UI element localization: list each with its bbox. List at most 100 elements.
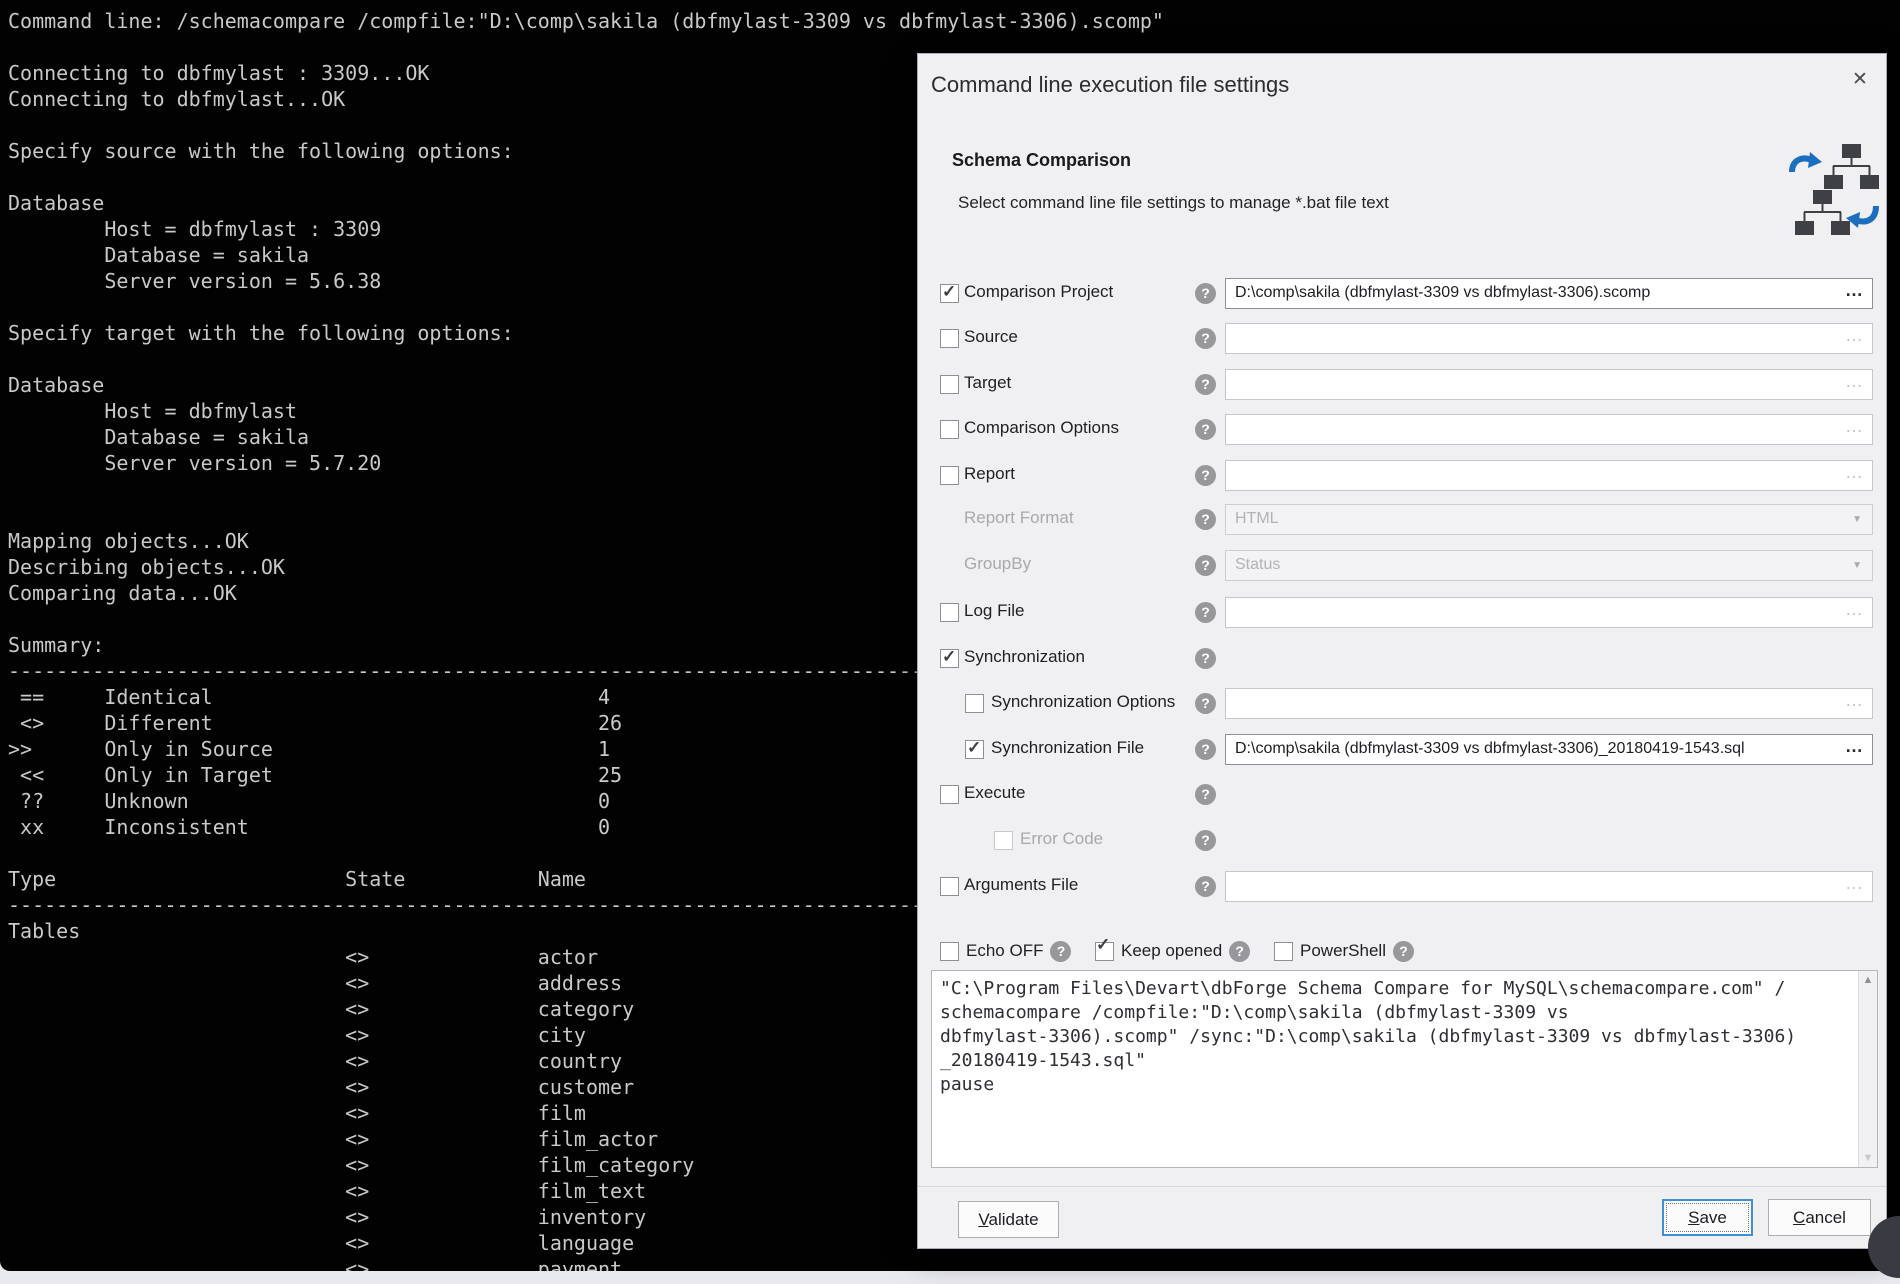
row-log-file: ✓ Log File ? …: [918, 597, 1886, 628]
groupby-label: GroupBy: [964, 554, 1031, 574]
arguments-file-checkbox[interactable]: ✓: [940, 877, 959, 896]
dialog-title: Command line execution file settings: [931, 72, 1289, 98]
groupby-value: Status: [1235, 556, 1280, 574]
row-report: ✓ Report ? …: [918, 460, 1886, 491]
report-format-dropdown: HTML ▼: [1225, 504, 1873, 535]
browse-ellipsis-button[interactable]: …: [1845, 736, 1864, 757]
synchronization-options-input[interactable]: …: [1225, 688, 1873, 719]
powershell-checkbox[interactable]: ✓: [1274, 942, 1293, 961]
row-target: ✓ Target ? …: [918, 369, 1886, 400]
browse-ellipsis-button: …: [1845, 462, 1864, 483]
target-label: Target: [964, 373, 1011, 393]
synchronization-file-label: Synchronization File: [991, 738, 1144, 758]
command-line-settings-dialog: Command line execution file settings ✕ S…: [917, 53, 1887, 1249]
comparison-options-checkbox[interactable]: ✓: [940, 420, 959, 439]
validate-button[interactable]: Validate: [958, 1201, 1059, 1238]
comparison-project-value: D:\comp\sakila (dbfmylast-3309 vs dbfmyl…: [1235, 284, 1650, 302]
row-synchronization-options: ✓ Synchronization Options ? …: [918, 688, 1886, 719]
comparison-project-input[interactable]: D:\comp\sakila (dbfmylast-3309 vs dbfmyl…: [1225, 278, 1873, 309]
scroll-down-icon[interactable]: ▼: [1859, 1152, 1877, 1164]
echo-off-option: ✓ Echo OFF ?: [940, 938, 1071, 964]
execute-checkbox[interactable]: ✓: [940, 785, 959, 804]
browse-ellipsis-button: …: [1845, 690, 1864, 711]
groupby-dropdown: Status ▼: [1225, 550, 1873, 581]
keep-opened-checkbox[interactable]: ✓: [1095, 942, 1114, 961]
source-input[interactable]: …: [1225, 323, 1873, 354]
help-icon[interactable]: ?: [1050, 941, 1071, 962]
error-code-checkbox: ✓: [994, 831, 1013, 850]
help-icon[interactable]: ?: [1195, 374, 1216, 395]
save-button[interactable]: Save: [1662, 1199, 1753, 1236]
comparison-options-input[interactable]: …: [1225, 414, 1873, 445]
row-error-code: ✓ Error Code ?: [918, 825, 1886, 856]
batch-text: "C:\Program Files\Devart\dbForge Schema …: [932, 971, 1877, 1103]
help-icon[interactable]: ?: [1195, 648, 1216, 669]
browse-ellipsis-button[interactable]: …: [1845, 280, 1864, 301]
report-checkbox[interactable]: ✓: [940, 466, 959, 485]
help-icon[interactable]: ?: [1195, 509, 1216, 530]
error-code-label: Error Code: [1020, 829, 1103, 849]
comparison-project-checkbox[interactable]: ✓: [940, 284, 959, 303]
row-synchronization-file: ✓ Synchronization File ? D:\comp\sakila …: [918, 734, 1886, 765]
synchronization-checkbox[interactable]: ✓: [940, 649, 959, 668]
row-groupby: GroupBy ? Status ▼: [918, 550, 1886, 581]
report-format-value: HTML: [1235, 510, 1279, 528]
close-icon[interactable]: ✕: [1846, 66, 1874, 94]
help-icon[interactable]: ?: [1195, 784, 1216, 805]
help-icon[interactable]: ?: [1229, 941, 1250, 962]
synchronization-file-value: D:\comp\sakila (dbfmylast-3309 vs dbfmyl…: [1235, 740, 1745, 758]
chevron-down-icon: ▼: [1852, 560, 1862, 571]
help-icon[interactable]: ?: [1195, 465, 1216, 486]
help-icon[interactable]: ?: [1195, 283, 1216, 304]
section-title: Schema Comparison: [952, 150, 1131, 171]
help-icon[interactable]: ?: [1195, 419, 1216, 440]
row-synchronization: ✓ Synchronization ?: [918, 643, 1886, 674]
checkmark-icon: ✓: [1096, 935, 1110, 955]
help-icon[interactable]: ?: [1195, 555, 1216, 576]
browse-ellipsis-button: …: [1845, 599, 1864, 620]
browse-ellipsis-button: …: [1845, 873, 1864, 894]
keep-opened-label: Keep opened: [1121, 941, 1222, 961]
help-icon[interactable]: ?: [1195, 693, 1216, 714]
source-checkbox[interactable]: ✓: [940, 329, 959, 348]
batch-text-area[interactable]: "C:\Program Files\Devart\dbForge Schema …: [931, 970, 1878, 1168]
help-icon[interactable]: ?: [1195, 602, 1216, 623]
log-file-input[interactable]: …: [1225, 597, 1873, 628]
scroll-up-icon[interactable]: ▲: [1859, 974, 1877, 986]
row-execute: ✓ Execute ?: [918, 779, 1886, 810]
row-source: ✓ Source ? …: [918, 323, 1886, 354]
target-checkbox[interactable]: ✓: [940, 375, 959, 394]
synchronization-options-label: Synchronization Options: [991, 692, 1175, 712]
powershell-label: PowerShell: [1300, 941, 1386, 961]
help-icon[interactable]: ?: [1195, 328, 1216, 349]
row-comparison-project: ✓ Comparison Project ? D:\comp\sakila (d…: [918, 278, 1886, 309]
help-icon[interactable]: ?: [1195, 830, 1216, 851]
arguments-file-label: Arguments File: [964, 875, 1078, 895]
help-icon[interactable]: ?: [1393, 941, 1414, 962]
footer-divider: [918, 1186, 1886, 1187]
echo-off-checkbox[interactable]: ✓: [940, 942, 959, 961]
cancel-button[interactable]: Cancel: [1768, 1199, 1871, 1236]
target-input[interactable]: …: [1225, 369, 1873, 400]
scrollbar[interactable]: ▲ ▼: [1858, 971, 1877, 1167]
row-report-format: Report Format ? HTML ▼: [918, 504, 1886, 535]
arguments-file-input[interactable]: …: [1225, 871, 1873, 902]
execute-label: Execute: [964, 783, 1025, 803]
keep-opened-option: ✓ Keep opened ?: [1095, 938, 1250, 964]
synchronization-file-checkbox[interactable]: ✓: [965, 740, 984, 759]
echo-off-label: Echo OFF: [966, 941, 1043, 961]
browse-ellipsis-button: …: [1845, 416, 1864, 437]
log-file-checkbox[interactable]: ✓: [940, 603, 959, 622]
synchronization-label: Synchronization: [964, 647, 1085, 667]
help-icon[interactable]: ?: [1195, 739, 1216, 760]
synchronization-file-input[interactable]: D:\comp\sakila (dbfmylast-3309 vs dbfmyl…: [1225, 734, 1873, 765]
comparison-options-label: Comparison Options: [964, 418, 1119, 438]
browse-ellipsis-button: …: [1845, 325, 1864, 346]
checkmark-icon: ✓: [942, 647, 956, 667]
synchronization-options-checkbox[interactable]: ✓: [965, 694, 984, 713]
checkmark-icon: ✓: [967, 738, 981, 758]
help-icon[interactable]: ?: [1195, 876, 1216, 897]
schema-comparison-icon: [1786, 144, 1882, 244]
row-arguments-file: ✓ Arguments File ? …: [918, 871, 1886, 902]
report-input[interactable]: …: [1225, 460, 1873, 491]
